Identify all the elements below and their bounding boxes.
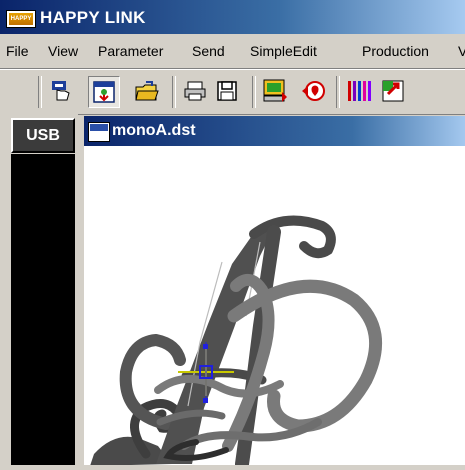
receive-design-icon — [302, 81, 325, 101]
app-title: HAPPY LINK — [40, 8, 146, 27]
usb-button[interactable]: USB — [11, 118, 75, 153]
save-button[interactable] — [212, 76, 242, 106]
document-icon — [88, 122, 110, 142]
embroidery-preview — [90, 215, 383, 470]
design-canvas[interactable] — [84, 146, 465, 470]
toolbar-separator — [252, 76, 256, 108]
toolbar — [0, 69, 465, 115]
save-icon — [217, 81, 237, 101]
hand-pointer-icon — [52, 81, 70, 101]
receive-design-button[interactable] — [298, 76, 328, 106]
machine-status-panel — [11, 154, 75, 465]
menu-production[interactable]: Production — [362, 43, 429, 59]
document-titlebar[interactable]: monoA.dst — [84, 116, 465, 146]
send-to-machine-button[interactable] — [260, 76, 290, 106]
print-icon — [184, 81, 206, 101]
send-to-machine-icon — [263, 79, 287, 102]
document-title: monoA.dst — [112, 122, 196, 139]
open-folder-button[interactable] — [132, 76, 162, 106]
menu-parameter[interactable]: Parameter — [98, 43, 163, 59]
menu-simpleedit[interactable]: SimpleEdit — [250, 43, 317, 59]
print-button[interactable] — [180, 76, 210, 106]
sidebar: USB — [0, 114, 78, 465]
menu-send[interactable]: Send — [192, 43, 225, 59]
menu-view[interactable]: View — [48, 43, 78, 59]
toolbar-separator — [38, 76, 42, 108]
app-titlebar: HAPPY HAPPY LINK — [0, 0, 465, 34]
menu-file[interactable]: File — [6, 43, 29, 59]
document-window: monoA.dst — [82, 116, 465, 470]
color-threads-icon — [348, 81, 371, 101]
design-view-icon — [93, 81, 115, 103]
app-logo-text: HAPPY — [9, 13, 33, 25]
design-view-button[interactable] — [88, 76, 120, 108]
convert-icon — [382, 80, 404, 102]
menu-bar: File View Parameter Send SimpleEdit Prod… — [0, 34, 465, 69]
convert-button[interactable] — [378, 76, 408, 106]
toolbar-separator — [172, 76, 176, 108]
document-icon-band — [90, 124, 108, 131]
color-threads-button[interactable] — [344, 76, 374, 106]
toolbar-separator — [336, 76, 340, 108]
hand-pointer-button[interactable] — [46, 76, 76, 106]
open-folder-icon — [135, 81, 159, 101]
app-logo: HAPPY — [6, 10, 36, 28]
menu-overflow: V — [458, 43, 465, 59]
